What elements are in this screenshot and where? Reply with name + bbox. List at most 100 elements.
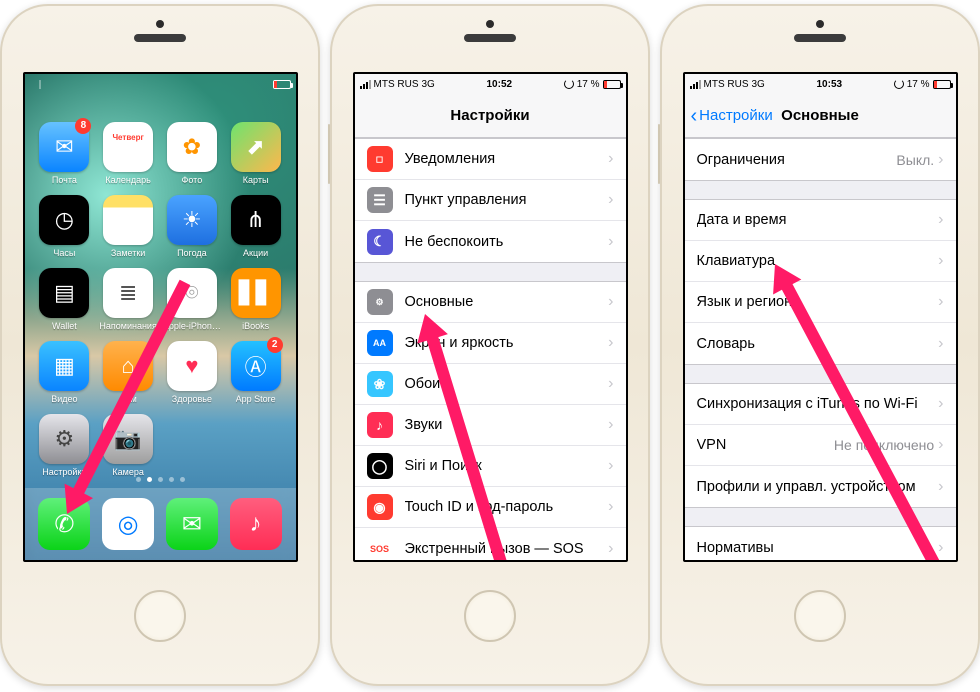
row-label: Пункт управления bbox=[405, 192, 609, 208]
settings-group: ⚙︎ Основные › AAЭкран и яркость›❀Обои›♪Звук… bbox=[355, 281, 626, 560]
app-label: Погода bbox=[177, 248, 207, 258]
general-screen: MTS RUS 3G 10:53 17 % ‹ Настройки Основн… bbox=[683, 72, 958, 562]
settings-row[interactable]: SOSЭкстренный вызов — SOS› bbox=[355, 528, 626, 560]
network-label: 3G bbox=[422, 79, 435, 90]
battery-pct: 17 % bbox=[907, 79, 930, 90]
settings-row[interactable]: ⚙︎Основные› bbox=[355, 282, 626, 323]
app-фото[interactable]: ✿ Фото bbox=[162, 122, 222, 185]
app-app store[interactable]: Ⓐ2App Store bbox=[226, 341, 286, 404]
dock-music[interactable]: ♪ bbox=[230, 498, 282, 550]
app-icon: ⬈ bbox=[231, 122, 281, 172]
app-label: Акции bbox=[243, 248, 268, 258]
app-настройки[interactable]: ⚙︎Настройки bbox=[34, 414, 94, 477]
app-label: Почта bbox=[52, 175, 77, 185]
app-погода[interactable]: ☀︎ Погода bbox=[162, 195, 222, 258]
app-камера[interactable]: 📷Камера bbox=[98, 414, 158, 477]
dock-safari[interactable]: ◎ bbox=[102, 498, 154, 550]
row-label: VPN bbox=[697, 437, 834, 453]
settings-row[interactable]: Словарь› bbox=[685, 323, 956, 364]
app-карты[interactable]: ⬈Карты bbox=[226, 122, 286, 185]
app-label: Настройки bbox=[42, 467, 86, 477]
chevron-right-icon: › bbox=[608, 191, 613, 209]
app-календарь[interactable]: Четверг10Календарь bbox=[98, 122, 158, 185]
app-apple-iphon…[interactable]: ⌾Apple-iPhon… bbox=[162, 268, 222, 331]
dock-messages[interactable]: ✉︎ bbox=[166, 498, 218, 550]
app-акции[interactable]: ⋔Акции bbox=[226, 195, 286, 258]
row-label: Синхронизация с iTunes по Wi-Fi bbox=[697, 396, 939, 412]
settings-row[interactable]: ◯Siri и Поиск› bbox=[355, 446, 626, 487]
settings-list[interactable]: ◻︎Уведомления›☰Пункт управления›☾Не бесп… bbox=[355, 138, 626, 560]
page-dots[interactable] bbox=[25, 477, 296, 482]
app-здоровье[interactable]: ♥︎Здоровье bbox=[162, 341, 222, 404]
settings-row[interactable]: Язык и регион› bbox=[685, 282, 956, 323]
app-видео[interactable]: ▦Видео bbox=[34, 341, 94, 404]
app-дом[interactable]: ⌂Дом bbox=[98, 341, 158, 404]
row-icon: ☰ bbox=[367, 187, 393, 213]
app-icon: ≣ bbox=[103, 268, 153, 318]
dock: ✆◎✉︎♪ bbox=[25, 488, 296, 560]
badge: 8 bbox=[75, 118, 91, 134]
status-bar: MTS RUS 3G 10:53 17 % bbox=[685, 74, 956, 94]
chevron-right-icon: › bbox=[938, 211, 943, 229]
home-button[interactable] bbox=[134, 590, 186, 642]
app-часы[interactable]: ◷Часы bbox=[34, 195, 94, 258]
row-label: Не беспокоить bbox=[405, 234, 609, 250]
row-icon: ☾ bbox=[367, 229, 393, 255]
app-icon: ☀︎ bbox=[167, 195, 217, 245]
front-camera-icon bbox=[486, 20, 494, 28]
settings-row[interactable]: Клавиатура› bbox=[685, 241, 956, 282]
settings-row[interactable]: VPNНе подключено› bbox=[685, 425, 956, 466]
settings-row[interactable]: ◉Touch ID и код-пароль› bbox=[355, 487, 626, 528]
app-ibooks[interactable]: ▋▋ iBooks bbox=[226, 268, 286, 331]
battery-pct: 17 % bbox=[577, 79, 600, 90]
phone-1: MTS RUS 3G 10:52 17 % ✉︎8ПочтаЧетверг10К… bbox=[0, 4, 320, 686]
back-label: Настройки bbox=[699, 107, 773, 124]
app-почта[interactable]: ✉︎8Почта bbox=[34, 122, 94, 185]
settings-row[interactable]: Дата и время› bbox=[685, 200, 956, 241]
app-icon: ◷ bbox=[39, 195, 89, 245]
settings-row[interactable]: ОграниченияВыкл.› bbox=[685, 139, 956, 180]
settings-row[interactable]: Профили и управл. устройством› bbox=[685, 466, 956, 507]
row-label: Экстренный вызов — SOS bbox=[405, 541, 609, 557]
row-label: Звуки bbox=[405, 417, 609, 433]
app-icon: ✿ bbox=[167, 122, 217, 172]
settings-group: Нормативы› bbox=[685, 526, 956, 560]
back-button[interactable]: ‹ Настройки bbox=[691, 106, 773, 126]
home-button[interactable] bbox=[464, 590, 516, 642]
settings-row[interactable]: AAЭкран и яркость› bbox=[355, 323, 626, 364]
chevron-right-icon: › bbox=[608, 498, 613, 516]
app-icon bbox=[103, 195, 153, 245]
home-button[interactable] bbox=[794, 590, 846, 642]
app-label: Камера bbox=[112, 467, 143, 477]
settings-row[interactable]: ♪Звуки› bbox=[355, 405, 626, 446]
carrier-label: MTS RUS bbox=[374, 79, 419, 90]
row-icon: ◻︎ bbox=[367, 146, 393, 172]
row-icon: ⚙︎ bbox=[367, 289, 393, 315]
settings-row[interactable]: ❀Обои› bbox=[355, 364, 626, 405]
app-напоминания[interactable]: ≣Напоминания bbox=[98, 268, 158, 331]
dock-phone[interactable]: ✆ bbox=[38, 498, 90, 550]
chevron-right-icon: › bbox=[938, 539, 943, 557]
settings-row[interactable]: Нормативы› bbox=[685, 527, 956, 560]
row-label: Дата и время bbox=[697, 212, 939, 228]
settings-row[interactable]: ☾Не беспокоить› bbox=[355, 221, 626, 262]
app-icon: ▋▋ bbox=[231, 268, 281, 318]
settings-row[interactable]: ☰ Пункт управления› bbox=[355, 180, 626, 221]
row-icon: AA bbox=[367, 330, 393, 356]
app-label: Фото bbox=[182, 175, 203, 185]
chevron-right-icon: › bbox=[608, 375, 613, 393]
app-заметки[interactable]: Заметки bbox=[98, 195, 158, 258]
chevron-right-icon: › bbox=[608, 416, 613, 434]
sync-icon bbox=[564, 79, 574, 89]
row-label: Ограничения bbox=[697, 152, 897, 168]
chevron-right-icon: › bbox=[938, 293, 943, 311]
app-label: iBooks bbox=[242, 321, 269, 331]
row-label: Основные bbox=[405, 294, 609, 310]
settings-row[interactable]: Синхронизация с iTunes по Wi-Fi› bbox=[685, 384, 956, 425]
settings-row[interactable]: ◻︎Уведомления› bbox=[355, 139, 626, 180]
earpiece-icon bbox=[134, 34, 186, 42]
general-list[interactable]: ОграниченияВыкл.›Дата и время›Клавиатура… bbox=[685, 138, 956, 560]
row-icon: SOS bbox=[367, 536, 393, 561]
row-value: Выкл. bbox=[896, 152, 934, 168]
app-wallet[interactable]: ▤Wallet bbox=[34, 268, 94, 331]
